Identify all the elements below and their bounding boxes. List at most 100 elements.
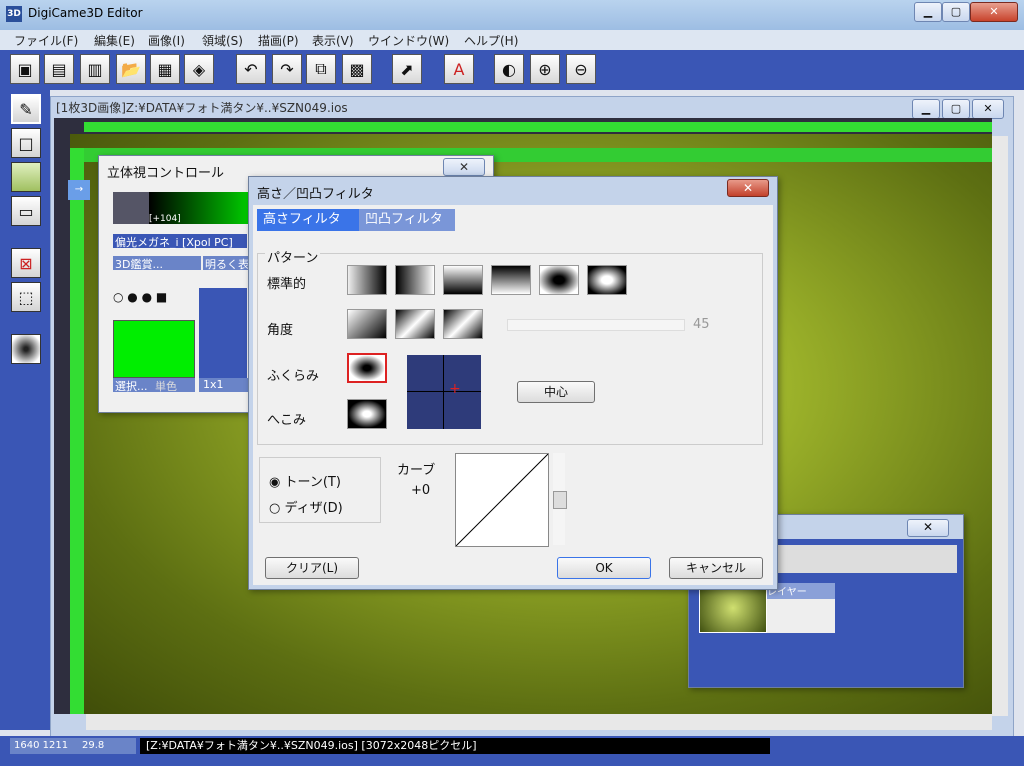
pen-tool-icon[interactable]: ✎: [11, 94, 41, 124]
stereo-panel-title: 立体視コントロール: [107, 166, 225, 181]
toolbar: ▣ ▤ ▥ 📂 ▦ ◈ ↶ ↷ ⧉ ▩ ⬈ A ◐ ⊕ ⊖: [0, 50, 1024, 90]
select-tool-icon[interactable]: ⬈: [392, 54, 422, 84]
brighten-button[interactable]: 明るく表: [203, 256, 249, 271]
maximize-button[interactable]: ▢: [942, 2, 970, 22]
radio-dither[interactable]: ○ ディザ(D): [269, 497, 343, 516]
file-path: [Z:¥DATA¥フォト満タン¥..¥SZN049.ios] [3072x204…: [140, 738, 770, 754]
pattern-group-label: パターン: [265, 247, 321, 266]
height-bump-filter-dialog: 高さ／凹凸フィルタ ✕ 高さフィルタ 凹凸フィルタ パターン 標準的 角度 45…: [248, 176, 778, 590]
coords-readout: 1640 1211: [10, 738, 78, 754]
menu-help[interactable]: ヘルプ(H): [464, 32, 518, 49]
center-preview[interactable]: +: [407, 355, 481, 429]
save-icon[interactable]: ▦: [150, 54, 180, 84]
transform-icon[interactable]: ⬚: [11, 282, 41, 312]
status-bar: 1640 1211 29.8 [Z:¥DATA¥フォト満タン¥..¥SZN049…: [0, 736, 1024, 766]
new-layer-icon[interactable]: ▥: [80, 54, 110, 84]
open-icon[interactable]: 📂: [116, 54, 146, 84]
text-abc-icon[interactable]: A: [444, 54, 474, 84]
menu-file[interactable]: ファイル(F): [14, 32, 78, 49]
layer-thumbnail[interactable]: [699, 583, 767, 633]
menu-image[interactable]: 画像(I): [148, 32, 185, 49]
copy-icon[interactable]: ⧉: [306, 54, 336, 84]
dent-pattern[interactable]: [347, 399, 387, 429]
stereo-view-icon[interactable]: ◐: [494, 54, 524, 84]
doc-minimize-button[interactable]: ▁: [912, 99, 940, 119]
row-bulge-label: ふくらみ: [267, 369, 320, 384]
clear-button[interactable]: クリア(L): [265, 557, 359, 579]
undo-icon[interactable]: ↶: [236, 54, 266, 84]
layer-panel-close[interactable]: ✕: [907, 519, 949, 537]
pattern-horizontal-dark[interactable]: [395, 265, 435, 295]
zoom-out-icon[interactable]: ⊖: [566, 54, 596, 84]
doc-close-button[interactable]: ✕: [972, 99, 1004, 119]
angle-slider[interactable]: [507, 319, 685, 331]
color-swatch[interactable]: [113, 320, 195, 378]
bulge-pattern[interactable]: [347, 353, 387, 383]
minimize-button[interactable]: ▁: [914, 2, 942, 22]
center-button[interactable]: 中心: [517, 381, 595, 403]
mono-button[interactable]: 単色: [153, 378, 195, 393]
pattern-radial-light[interactable]: [587, 265, 627, 295]
tool-palette: ✎ □ ▭ ⊠ ⬚: [0, 90, 50, 730]
canvas-left-green: [70, 148, 84, 714]
menu-draw[interactable]: 描画(P): [258, 32, 299, 49]
clear-selection-icon[interactable]: ⊠: [11, 248, 41, 278]
menu-bar: ファイル(F) 編集(E) 画像(I) 領域(S) 描画(P) 表示(V) ウイ…: [0, 30, 1024, 50]
stereo-panel-close[interactable]: ✕: [443, 158, 485, 176]
menu-window[interactable]: ウインドウ(W): [368, 32, 449, 49]
menu-view[interactable]: 表示(V): [312, 32, 354, 49]
horizontal-scrollbar[interactable]: [86, 714, 992, 730]
dialog-body: 高さフィルタ 凹凸フィルタ パターン 標準的 角度 45 ふくらみ へこみ + …: [253, 205, 773, 585]
pattern-radial-dark[interactable]: [539, 265, 579, 295]
redo-icon[interactable]: ↷: [272, 54, 302, 84]
stereo-value: [+104]: [149, 214, 181, 224]
app-icon: 3D: [6, 6, 22, 22]
zoom-in-icon[interactable]: ⊕: [530, 54, 560, 84]
select-rect-icon[interactable]: ▭: [11, 196, 41, 226]
row-dent-label: へこみ: [267, 413, 307, 428]
angle-pattern-2[interactable]: [395, 309, 435, 339]
angle-pattern-1[interactable]: [347, 309, 387, 339]
zoom-readout: 29.8: [78, 738, 136, 754]
print-icon[interactable]: ◈: [184, 54, 214, 84]
brush-icon[interactable]: [11, 334, 41, 364]
ok-button[interactable]: OK: [557, 557, 651, 579]
fill-tool-icon[interactable]: [11, 162, 41, 192]
window-title: DigiCame3D Editor: [28, 6, 143, 20]
preview-box: [199, 288, 247, 378]
view-3d-button[interactable]: 3D鑑賞...: [113, 256, 201, 271]
paste-icon[interactable]: ▩: [342, 54, 372, 84]
panel-dock-arrow-icon[interactable]: →: [68, 180, 90, 200]
filter-dialog-close[interactable]: ✕: [727, 179, 769, 197]
new-image-icon[interactable]: ▣: [10, 54, 40, 84]
brush-size-icons[interactable]: ○ ● ● ■: [113, 290, 193, 308]
pattern-horizontal-light[interactable]: [347, 265, 387, 295]
filter-dialog-title: 高さ／凹凸フィルタ: [257, 187, 374, 202]
select-button[interactable]: 選択...: [113, 378, 153, 393]
close-button[interactable]: ✕: [970, 2, 1018, 22]
menu-edit[interactable]: 編集(E): [94, 32, 135, 49]
curve-line: [455, 453, 549, 547]
curve-graph[interactable]: [455, 453, 549, 547]
curve-slider[interactable]: [553, 453, 567, 545]
new-3d-icon[interactable]: ▤: [44, 54, 74, 84]
pattern-vertical-dark[interactable]: [491, 265, 531, 295]
rect-tool-icon[interactable]: □: [11, 128, 41, 158]
vertical-scrollbar[interactable]: [992, 136, 1008, 716]
row-angle-label: 角度: [267, 323, 294, 338]
angle-pattern-3[interactable]: [443, 309, 483, 339]
document-title: [1枚3D画像]Z:¥DATA¥フォト満タン¥..¥SZN049.ios: [56, 101, 348, 115]
cursor-arrow-icon: [113, 192, 149, 224]
angle-value: 45: [693, 317, 710, 332]
size-select[interactable]: 1x1: [199, 378, 251, 392]
center-marker-icon: +: [449, 381, 461, 397]
tab-height-filter[interactable]: 高さフィルタ: [257, 209, 359, 231]
cancel-button[interactable]: キャンセル: [669, 557, 763, 579]
menu-region[interactable]: 領域(S): [202, 32, 243, 49]
radio-tone[interactable]: ◉ トーン(T): [269, 471, 341, 490]
tab-bump-filter[interactable]: 凹凸フィルタ: [359, 209, 455, 231]
doc-maximize-button[interactable]: ▢: [942, 99, 970, 119]
pattern-vertical-light[interactable]: [443, 265, 483, 295]
glasses-select[interactable]: 偏光メガネ_i [Xpol PC]: [113, 234, 247, 249]
curve-slider-thumb[interactable]: [553, 491, 567, 509]
